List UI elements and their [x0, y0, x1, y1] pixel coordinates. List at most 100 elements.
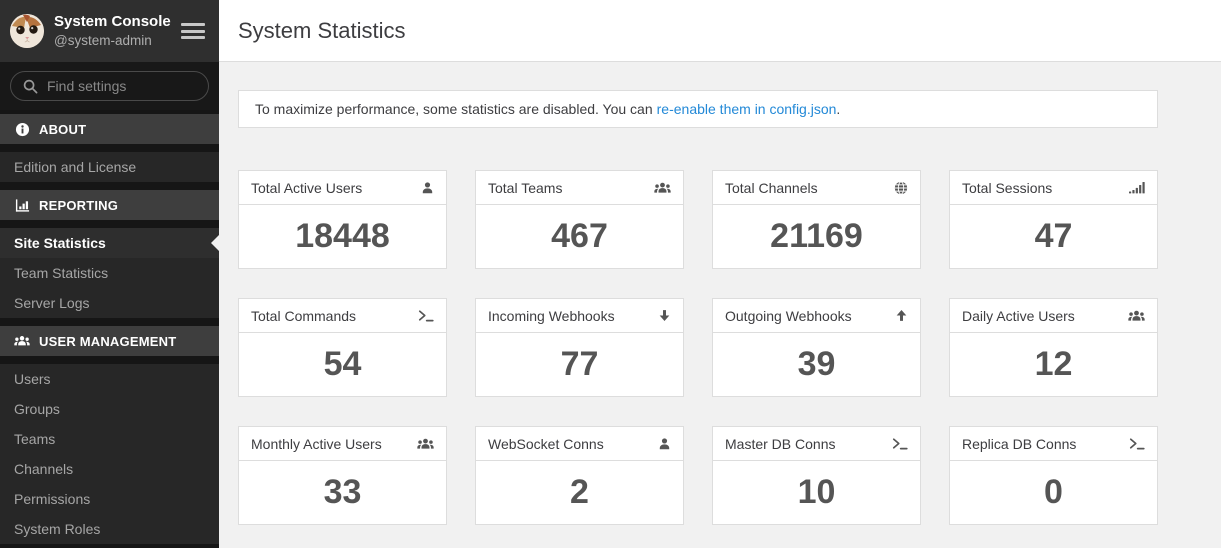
stat-card-websocket-conns: WebSocket Conns 2: [475, 426, 684, 525]
cat-avatar-image: [10, 14, 44, 48]
sidebar-item-teams[interactable]: Teams: [0, 424, 219, 454]
globe-icon: [894, 181, 908, 195]
signal-icon: [1129, 181, 1145, 194]
avatar: [10, 14, 44, 48]
search-box[interactable]: [10, 71, 209, 101]
nav-item-label: Server Logs: [14, 295, 89, 311]
stat-card-total-sessions: Total Sessions 47: [949, 170, 1158, 269]
active-item-marker: [211, 235, 219, 251]
arrow-down-icon: [658, 309, 671, 322]
stat-card-monthly-active-users: Monthly Active Users 33: [238, 426, 447, 525]
nav-section-header-about: ABOUT: [0, 114, 219, 144]
sidebar-item-server-logs[interactable]: Server Logs: [0, 288, 219, 318]
nav-section-label: REPORTING: [39, 198, 118, 213]
sidebar-search-area: [0, 62, 219, 110]
stat-card-value: 47: [950, 205, 1157, 268]
users-icon: [14, 333, 30, 349]
stat-card-value: 33: [239, 461, 446, 524]
stat-card-value: 39: [713, 333, 920, 396]
stat-card-total-teams: Total Teams 467: [475, 170, 684, 269]
nav-item-label: Teams: [14, 431, 55, 447]
menu-icon[interactable]: [181, 23, 205, 39]
users-icon: [1128, 309, 1145, 323]
nav-section-label: ABOUT: [39, 122, 86, 137]
stat-card-master-db-conns: Master DB Conns 10: [712, 426, 921, 525]
nav-item-label: Edition and License: [14, 159, 136, 175]
stat-card-title: Total Channels: [725, 180, 818, 196]
main-area: System Statistics To maximize performanc…: [219, 0, 1221, 548]
sidebar-item-system-roles[interactable]: System Roles: [0, 514, 219, 544]
nav-section-reporting: REPORTING Site Statistics Team Statistic…: [0, 190, 219, 318]
stat-card-replica-db-conns: Replica DB Conns 0: [949, 426, 1158, 525]
sidebar-item-groups[interactable]: Groups: [0, 394, 219, 424]
main-header: System Statistics: [219, 0, 1221, 62]
content-area: To maximize performance, some statistics…: [219, 62, 1221, 548]
stat-card-total-channels: Total Channels 21169: [712, 170, 921, 269]
sidebar-item-edition-and-license[interactable]: Edition and License: [0, 152, 219, 182]
nav-section-header-user-management: USER MANAGEMENT: [0, 326, 219, 356]
arrow-up-icon: [895, 309, 908, 322]
stat-card-value: 467: [476, 205, 683, 268]
sidebar-header-text: System Console @system-admin: [54, 12, 181, 50]
page-title: System Statistics: [238, 18, 405, 44]
stat-card-value: 12: [950, 333, 1157, 396]
stat-card-value: 0: [950, 461, 1157, 524]
console-title: System Console: [54, 12, 181, 32]
stat-card-value: 18448: [239, 205, 446, 268]
users-icon: [417, 437, 434, 451]
nav-items: Site Statistics Team Statistics Server L…: [0, 228, 219, 318]
stat-card-title: Total Teams: [488, 180, 562, 196]
stat-card-daily-active-users: Daily Active Users 12: [949, 298, 1158, 397]
sidebar-header: System Console @system-admin: [0, 0, 219, 62]
info-icon: [14, 121, 30, 137]
performance-banner: To maximize performance, some statistics…: [238, 90, 1158, 128]
nav-item-label: Users: [14, 371, 51, 387]
nav-section-label: USER MANAGEMENT: [39, 334, 176, 349]
terminal-icon: [418, 309, 434, 322]
terminal-icon: [892, 437, 908, 450]
users-icon: [654, 181, 671, 195]
nav-item-label: System Roles: [14, 521, 100, 537]
stat-card-title: Master DB Conns: [725, 436, 835, 452]
admin-username: @system-admin: [54, 32, 181, 50]
sidebar-item-users[interactable]: Users: [0, 364, 219, 394]
stat-card-value: 77: [476, 333, 683, 396]
nav-item-label: Site Statistics: [14, 235, 106, 251]
bar-chart-icon: [14, 197, 30, 213]
nav-item-label: Groups: [14, 401, 60, 417]
stat-card-title: Daily Active Users: [962, 308, 1075, 324]
user-icon: [658, 437, 671, 451]
banner-text-period: .: [836, 101, 840, 117]
nav-item-label: Channels: [14, 461, 73, 477]
stat-card-title: Incoming Webhooks: [488, 308, 615, 324]
sidebar-item-permissions[interactable]: Permissions: [0, 484, 219, 514]
sidebar-item-channels[interactable]: Channels: [0, 454, 219, 484]
reenable-config-link[interactable]: re-enable them in config.json: [657, 101, 837, 117]
sidebar-nav: ABOUT Edition and License: [0, 110, 219, 548]
stat-card-title: Monthly Active Users: [251, 436, 382, 452]
sidebar-item-site-statistics[interactable]: Site Statistics: [0, 228, 219, 258]
stat-card-total-commands: Total Commands 54: [238, 298, 447, 397]
stat-card-outgoing-webhooks: Outgoing Webhooks 39: [712, 298, 921, 397]
stat-card-title: Total Sessions: [962, 180, 1052, 196]
nav-section-header-reporting: REPORTING: [0, 190, 219, 220]
sidebar-item-team-statistics[interactable]: Team Statistics: [0, 258, 219, 288]
stat-card-title: Total Commands: [251, 308, 356, 324]
search-input[interactable]: [47, 78, 196, 94]
stat-card-value: 54: [239, 333, 446, 396]
stat-card-value: 10: [713, 461, 920, 524]
terminal-icon: [1129, 437, 1145, 450]
stat-card-total-active-users: Total Active Users 18448: [238, 170, 447, 269]
stat-card-title: Replica DB Conns: [962, 436, 1076, 452]
nav-item-label: Team Statistics: [14, 265, 108, 281]
sidebar: System Console @system-admin: [0, 0, 219, 548]
nav-item-label: Permissions: [14, 491, 90, 507]
stat-card-title: Total Active Users: [251, 180, 362, 196]
stat-card-value: 21169: [713, 205, 920, 268]
banner-text: To maximize performance, some statistics…: [255, 101, 653, 117]
stat-card-title: WebSocket Conns: [488, 436, 604, 452]
nav-section-user-management: USER MANAGEMENT Users Groups Teams Chann…: [0, 326, 219, 544]
nav-section-about: ABOUT Edition and License: [0, 114, 219, 182]
stat-card-value: 2: [476, 461, 683, 524]
user-icon: [421, 181, 434, 195]
